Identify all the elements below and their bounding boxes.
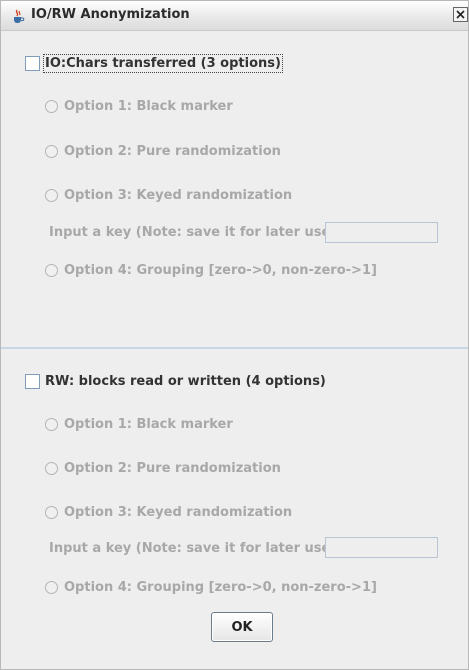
io-option-1[interactable]: Option 1: Black marker — [45, 99, 233, 114]
radio-button[interactable] — [45, 462, 58, 475]
rw-key-input[interactable] — [325, 537, 438, 558]
io-option-4[interactable]: Option 4: Grouping [zero->0, non-zero->1… — [45, 263, 377, 278]
radio-button[interactable] — [45, 581, 58, 594]
io-option-1-label: Option 1: Black marker — [64, 99, 233, 114]
rw-option-1[interactable]: Option 1: Black marker — [45, 417, 233, 432]
radio-button[interactable] — [45, 145, 58, 158]
ok-button-label: OK — [231, 619, 253, 635]
radio-button[interactable] — [45, 506, 58, 519]
io-section: IO:Chars transferred (3 options) Option … — [1, 31, 468, 347]
radio-button[interactable] — [45, 100, 58, 113]
title-bar[interactable]: IO/RW Anonymization — [1, 1, 468, 31]
rw-option-2[interactable]: Option 2: Pure randomization — [45, 461, 281, 476]
io-option-3[interactable]: Option 3: Keyed randomization — [45, 188, 292, 203]
io-option-2-label: Option 2: Pure randomization — [64, 144, 281, 159]
checkbox-box[interactable] — [25, 56, 40, 71]
rw-option-4[interactable]: Option 4: Grouping [zero->0, non-zero->1… — [45, 580, 377, 595]
close-icon — [456, 10, 465, 19]
java-cup-icon — [10, 8, 26, 24]
io-key-label: Input a key (Note: save it for later use… — [49, 225, 342, 240]
io-section-label: IO:Chars transferred (3 options) — [43, 54, 283, 73]
ok-button[interactable]: OK — [211, 612, 273, 642]
rw-section-label: RW: blocks read or written (4 options) — [45, 374, 326, 389]
rw-option-2-label: Option 2: Pure randomization — [64, 461, 281, 476]
io-option-2[interactable]: Option 2: Pure randomization — [45, 144, 281, 159]
radio-button[interactable] — [45, 418, 58, 431]
rw-option-3-label: Option 3: Keyed randomization — [64, 505, 293, 520]
io-key-input[interactable] — [325, 222, 438, 243]
checkbox-box[interactable] — [25, 374, 40, 389]
rw-option-3[interactable]: Option 3: Keyed randomization — [45, 505, 292, 520]
io-option-4-label: Option 4: Grouping [zero->0, non-zero->1… — [64, 263, 377, 278]
window-title: IO/RW Anonymization — [31, 7, 190, 22]
io-option-3-label: Option 3: Keyed randomization — [64, 188, 293, 203]
io-section-checkbox[interactable]: IO:Chars transferred (3 options) — [25, 54, 283, 73]
rw-key-label: Input a key (Note: save it for later use… — [49, 541, 342, 556]
dialog-window: IO/RW Anonymization IO:Chars transferred… — [0, 0, 469, 670]
radio-button[interactable] — [45, 264, 58, 277]
rw-option-4-label: Option 4: Grouping [zero->0, non-zero->1… — [64, 580, 377, 595]
rw-section-checkbox[interactable]: RW: blocks read or written (4 options) — [25, 374, 326, 389]
rw-option-1-label: Option 1: Black marker — [64, 417, 233, 432]
close-button[interactable] — [453, 7, 468, 22]
radio-button[interactable] — [45, 189, 58, 202]
